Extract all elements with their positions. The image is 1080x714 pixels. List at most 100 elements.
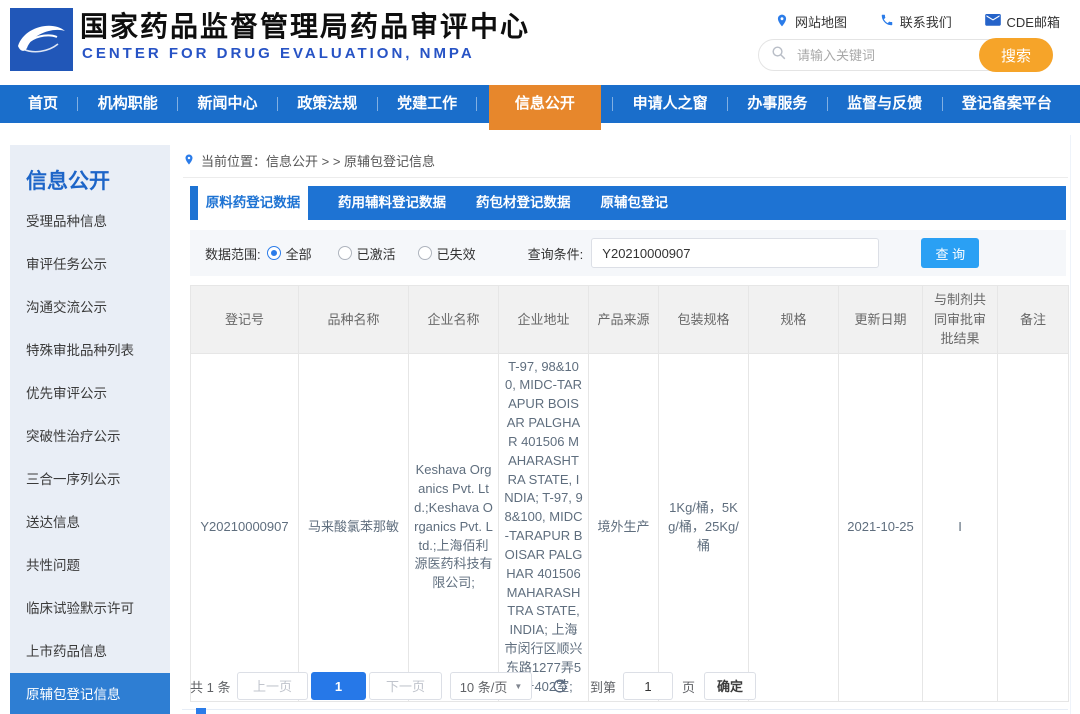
top-links: 网站地图 联系我们 CDE邮箱 [775, 12, 1060, 31]
envelope-icon [985, 14, 1001, 30]
swan-logo-icon [10, 58, 73, 75]
nav-item-services[interactable]: 办事服务 [739, 85, 815, 123]
nav-item-registration-platform[interactable]: 登记备案平台 [954, 85, 1060, 123]
confirm-button[interactable]: 确定 [704, 672, 756, 700]
page-size-value: 10 条/页 [460, 677, 508, 696]
nav-item-functions[interactable]: 机构职能 [90, 85, 166, 123]
radio-all-label[interactable]: 全部 [286, 244, 312, 263]
sidebar-item-common-issues[interactable]: 共性问题 [10, 544, 170, 587]
nav-separator [612, 97, 613, 111]
nav-item-policies[interactable]: 政策法规 [289, 85, 365, 123]
content-right-border [1070, 135, 1071, 714]
breadcrumb-text: 当前位置：信息公开 > > 原辅包登记信息 [201, 151, 435, 170]
cell-update-date: 2021-10-25 [839, 353, 923, 701]
query-button[interactable]: 查 询 [921, 238, 979, 268]
goto-page-suffix: 页 [682, 677, 695, 696]
sidebar-item-special-approval[interactable]: 特殊审批品种列表 [10, 329, 170, 372]
sidebar-title: 信息公开 [10, 145, 170, 200]
sitemap-label: 网站地图 [795, 12, 847, 31]
search-input[interactable] [795, 47, 979, 64]
nav-item-home[interactable]: 首页 [20, 85, 66, 123]
nav-item-party[interactable]: 党建工作 [389, 85, 465, 123]
next-page-button[interactable]: 下一页 [369, 672, 442, 700]
nav-item-info-disclosure[interactable]: 信息公开 [489, 85, 601, 130]
sidebar-item-communication[interactable]: 沟通交流公示 [10, 286, 170, 329]
col-header-registration-no: 登记号 [191, 286, 299, 354]
search-button[interactable]: 搜索 [979, 38, 1053, 72]
radio-all[interactable] [267, 246, 281, 260]
table-header-row: 登记号 品种名称 企业名称 企业地址 产品来源 包装规格 规格 更新日期 与制剂… [191, 286, 1069, 354]
sidebar-item-review-tasks[interactable]: 审评任务公示 [10, 243, 170, 286]
site-search: 搜索 [758, 39, 1053, 71]
sidebar: 信息公开 受理品种信息 审评任务公示 沟通交流公示 特殊审批品种列表 优先审评公… [10, 145, 170, 714]
col-header-remarks: 备注 [998, 286, 1069, 354]
page-subtitle: CENTER FOR DRUG EVALUATION, NMPA [82, 45, 475, 62]
main-nav: 首页 机构职能 新闻中心 政策法规 党建工作 信息公开 申请人之窗 办事服务 监… [0, 85, 1080, 123]
col-header-company-address: 企业地址 [499, 286, 589, 354]
tab-api-excipient[interactable]: 原辅包登记 [601, 186, 669, 220]
goto-page-label: 到第 [590, 677, 616, 696]
sidebar-item-breakthrough-therapy[interactable]: 突破性治疗公示 [10, 415, 170, 458]
next-section-bullet [196, 708, 206, 714]
location-pin-icon [183, 152, 195, 170]
cell-company-address: T-97, 98&100, MIDC-TARAPUR BOISAR PALGHA… [499, 353, 589, 701]
tab-bar: 原料药登记数据 药用辅料登记数据 药包材登记数据 原辅包登记 [190, 186, 1066, 220]
nav-separator [942, 97, 943, 111]
cell-packaging-spec: 1Kg/桶，5Kg/桶，25Kg/桶 [659, 353, 749, 701]
sitemap-link[interactable]: 网站地图 [775, 12, 847, 31]
phone-icon [880, 13, 894, 30]
nav-item-supervision[interactable]: 监督与反馈 [839, 85, 930, 123]
nav-separator [377, 97, 378, 111]
cde-logo[interactable] [10, 8, 73, 71]
cell-joint-review-result: I [923, 353, 998, 701]
next-section-divider [182, 709, 1068, 710]
scope-label: 数据范围: [205, 244, 261, 263]
contact-link[interactable]: 联系我们 [880, 12, 952, 31]
tab-packaging-registration[interactable]: 药包材登记数据 [476, 186, 571, 220]
breadcrumb: 当前位置：信息公开 > > 原辅包登记信息 [183, 151, 435, 170]
current-page-button[interactable]: 1 [311, 672, 366, 700]
nav-separator [827, 97, 828, 111]
cell-spec [749, 353, 839, 701]
location-pin-icon [775, 13, 789, 31]
col-header-spec: 规格 [749, 286, 839, 354]
radio-activated[interactable] [338, 246, 352, 260]
nav-separator [277, 97, 278, 111]
cell-product-source: 境外生产 [589, 353, 659, 701]
query-input[interactable] [591, 238, 879, 268]
sidebar-item-priority-review[interactable]: 优先审评公示 [10, 372, 170, 415]
nav-item-news[interactable]: 新闻中心 [190, 85, 266, 123]
sidebar-item-three-in-one[interactable]: 三合一序列公示 [10, 458, 170, 501]
col-header-update-date: 更新日期 [839, 286, 923, 354]
sidebar-item-accepted-varieties[interactable]: 受理品种信息 [10, 200, 170, 243]
cell-registration-no: Y20210000907 [191, 353, 299, 701]
sidebar-item-clinical-trial-license[interactable]: 临床试验默示许可 [10, 587, 170, 630]
page: 国家药品监督管理局药品审评中心 CENTER FOR DRUG EVALUATI… [0, 0, 1080, 714]
prev-page-button[interactable]: 上一页 [237, 672, 308, 700]
cell-company-name: Keshava Organics Pvt. Ltd.;Keshava Organ… [409, 353, 499, 701]
sidebar-item-delivery-info[interactable]: 送达信息 [10, 501, 170, 544]
mailbox-label: CDE邮箱 [1007, 12, 1060, 31]
pagination: 共 1 条 上一页 1 下一页 10 条/页 ▼ 到第 页 确定 [190, 672, 756, 700]
page-title: 国家药品监督管理局药品审评中心 [80, 5, 530, 45]
select-arrow-icon: ▼ [514, 682, 522, 691]
tab-api-registration[interactable]: 原料药登记数据 [198, 186, 308, 220]
contact-label: 联系我们 [900, 12, 952, 31]
breadcrumb-divider [183, 177, 1068, 178]
sidebar-item-marketed-drugs[interactable]: 上市药品信息 [10, 630, 170, 673]
col-header-product-source: 产品来源 [589, 286, 659, 354]
site-header: 国家药品监督管理局药品审评中心 CENTER FOR DRUG EVALUATI… [0, 0, 1080, 85]
sidebar-item-api-excipient-registration[interactable]: 原辅包登记信息 [10, 673, 170, 714]
filter-bar: 数据范围: 全部 已激活 已失效 查询条件: 查 询 [190, 230, 1066, 276]
radio-expired-label[interactable]: 已失效 [437, 244, 476, 263]
refresh-icon[interactable] [551, 677, 569, 695]
goto-page-input[interactable] [623, 672, 673, 700]
radio-activated-label[interactable]: 已激活 [357, 244, 396, 263]
table-row: Y20210000907 马来酸氯苯那敏 Keshava Organics Pv… [191, 353, 1069, 701]
nav-separator [177, 97, 178, 111]
tab-excipient-registration[interactable]: 药用辅料登记数据 [338, 186, 446, 220]
radio-expired[interactable] [418, 246, 432, 260]
page-size-select[interactable]: 10 条/页 ▼ [450, 672, 532, 700]
nav-item-applicant-window[interactable]: 申请人之窗 [625, 85, 716, 123]
mailbox-link[interactable]: CDE邮箱 [985, 12, 1060, 31]
